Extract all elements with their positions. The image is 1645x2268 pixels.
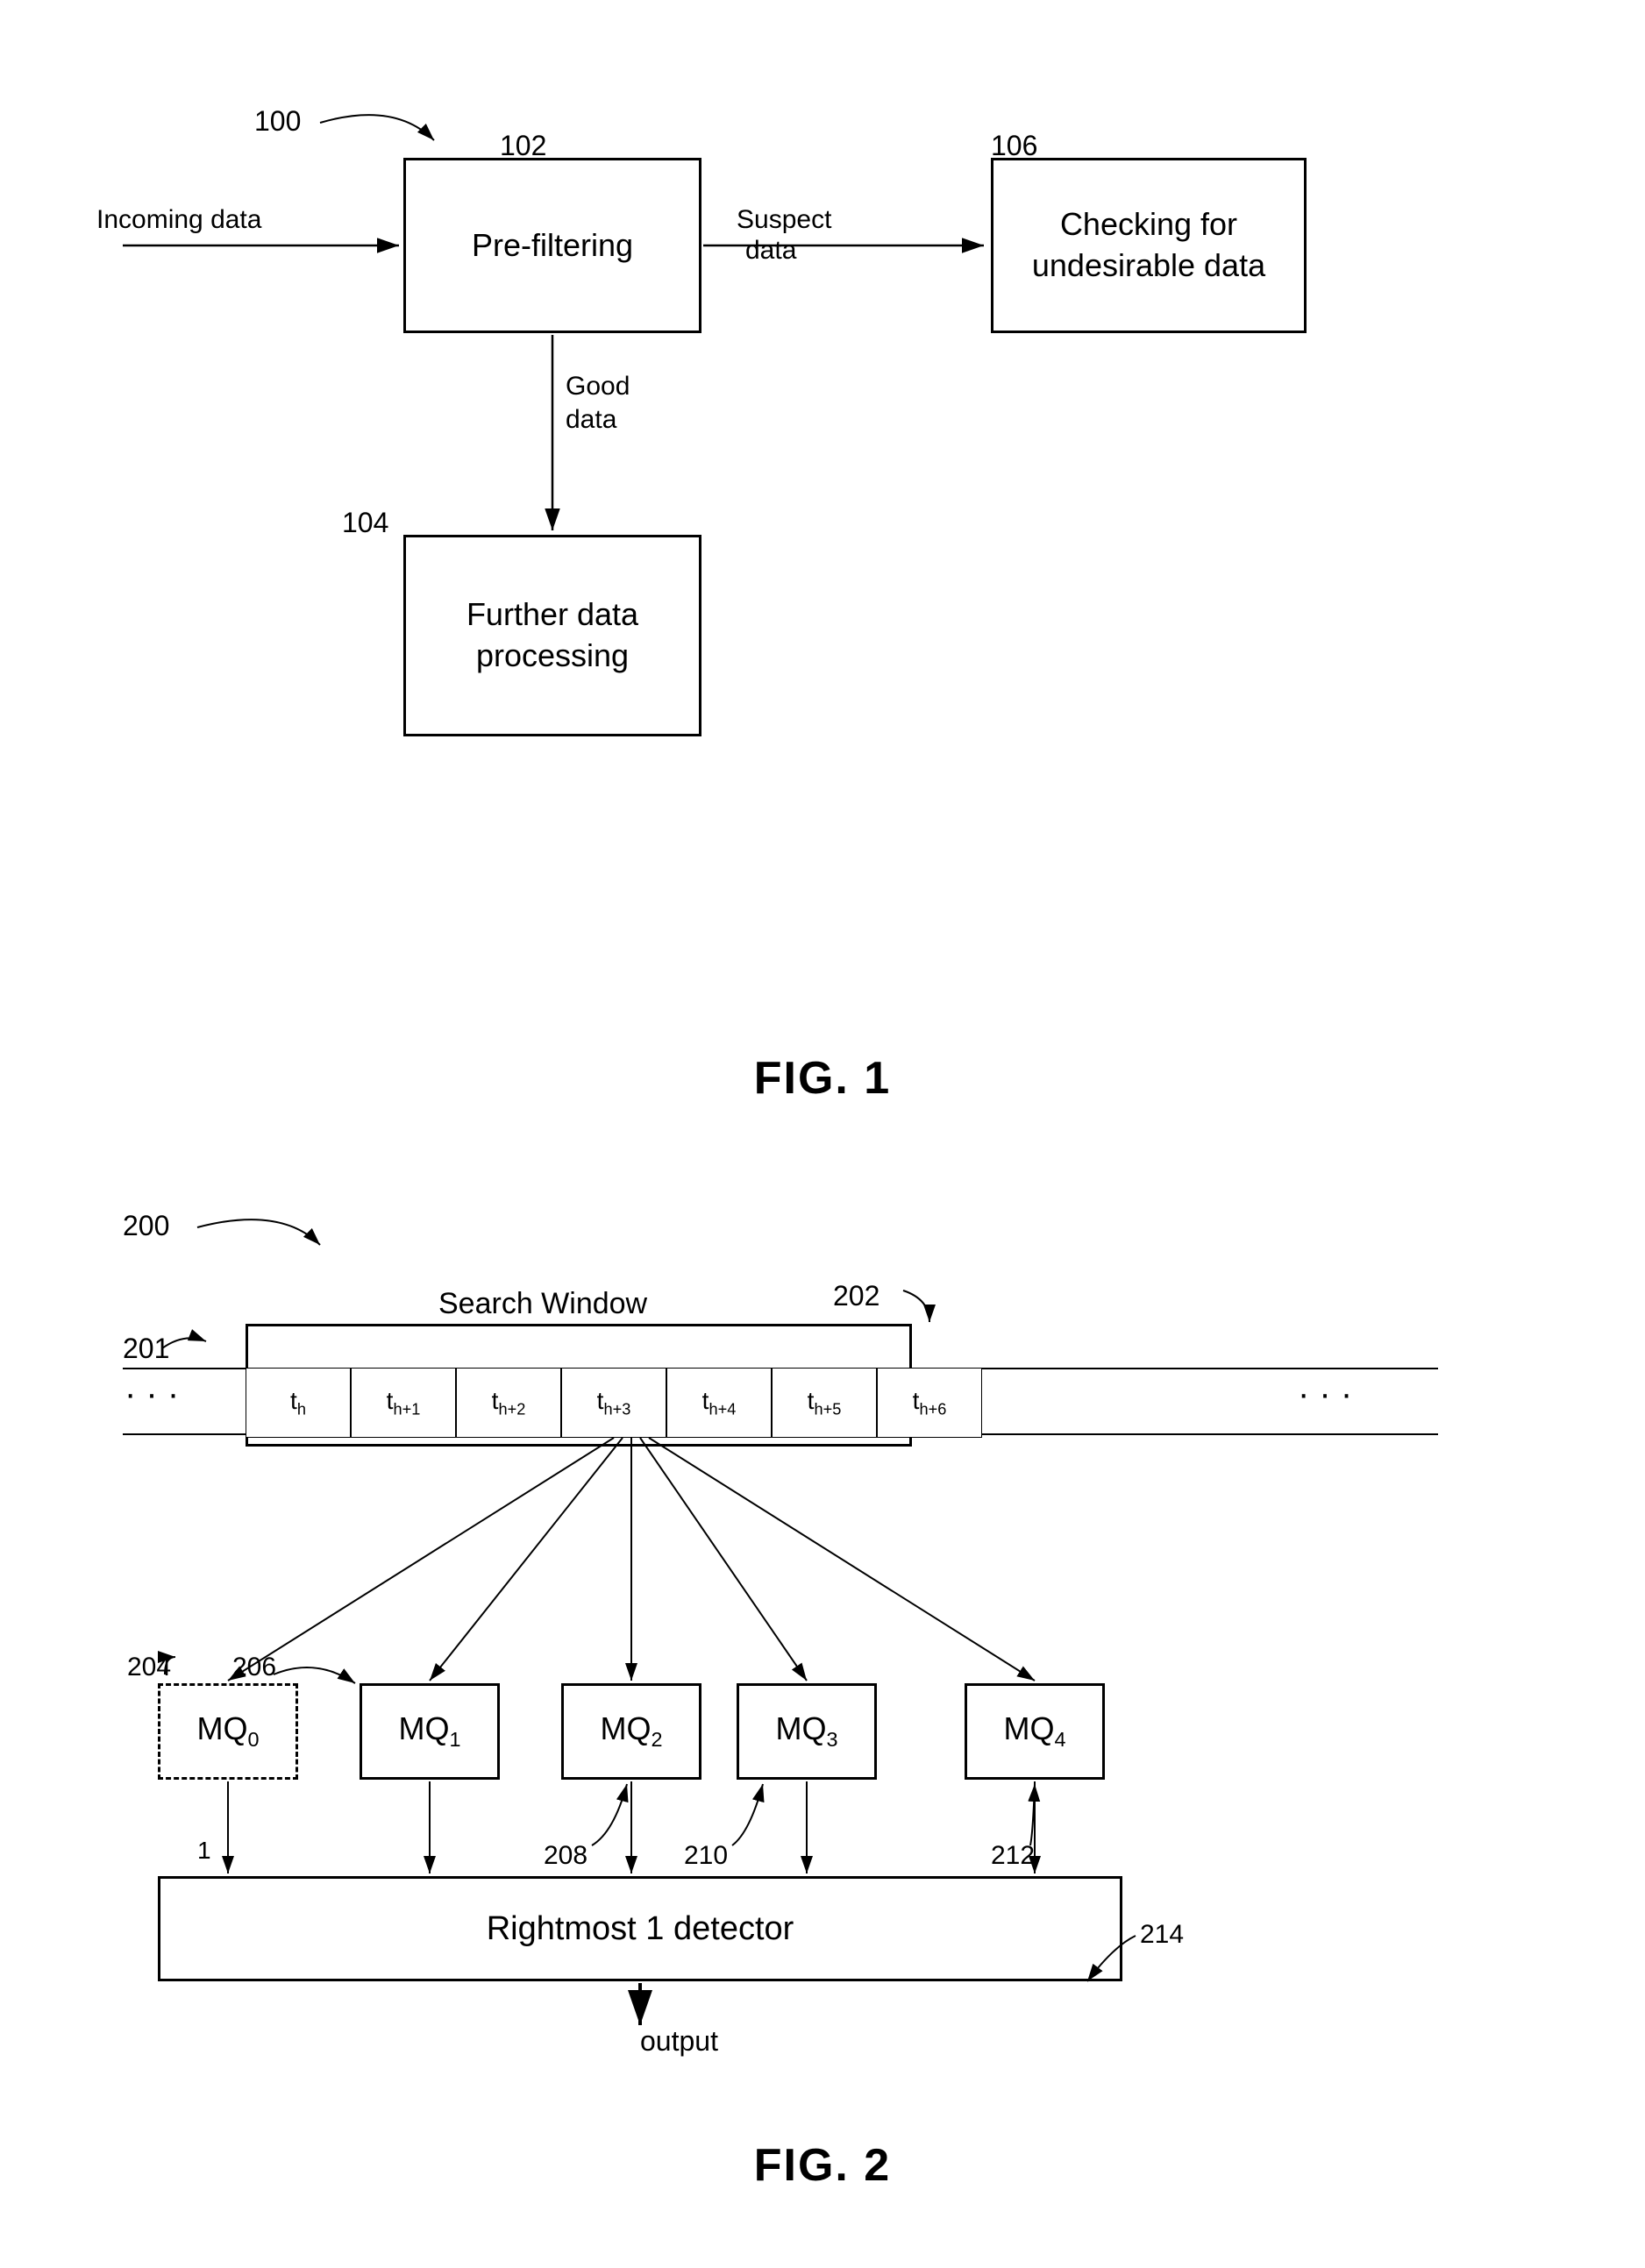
rightmost-detector-box: Rightmost 1 detector [158,1876,1122,1981]
ref-104: 104 [342,507,388,539]
ref-200: 200 [123,1210,169,1242]
svg-text:data: data [566,405,617,434]
ref-214: 214 [1140,1920,1184,1950]
checking-label: Checking forundesirable data [1032,204,1265,287]
cell-th2: th+2 [456,1368,561,1438]
ref-202: 202 [833,1280,879,1312]
further-label: Further dataprocessing [466,594,638,677]
fig1-diagram: 100 102 104 106 Pre-filtering Checking f… [70,53,1575,1017]
search-window-label: Search Window [438,1287,647,1321]
ref-206: 206 [232,1653,276,1682]
cell-th5: th+5 [772,1368,877,1438]
prefilter-box: Pre-filtering [403,158,701,333]
fig1-arrows: Incoming data Suspect data Good data [70,53,1575,1017]
fig1-label: FIG. 1 [70,1052,1575,1105]
ref-210: 210 [684,1841,728,1871]
ref-212: 212 [991,1841,1035,1871]
svg-text:Suspect: Suspect [737,205,832,234]
ref-208: 208 [544,1841,588,1871]
dots-right: · · · [1298,1375,1352,1414]
mq0-box: MQ0 [158,1683,298,1780]
ref-201: 201 [123,1333,169,1365]
dots-left: · · · [125,1375,179,1414]
fig2-diagram: 200 201 202 Search Window · · · · · · th… [70,1157,1575,2209]
output-label: output [640,2025,718,2058]
further-box: Further dataprocessing [403,535,701,736]
cell-th3: th+3 [561,1368,666,1438]
mq3-box: MQ3 [737,1683,877,1780]
page: 100 102 104 106 Pre-filtering Checking f… [0,0,1645,2244]
svg-text:Good: Good [566,372,630,401]
mq4-box: MQ4 [965,1683,1105,1780]
cell-th1: th+1 [351,1368,456,1438]
checking-box: Checking forundesirable data [991,158,1307,333]
label-1: 1 [197,1837,211,1865]
svg-text:Incoming data: Incoming data [96,205,262,234]
ref-204: 204 [127,1653,171,1682]
ref-100: 100 [254,105,301,138]
svg-text:data: data [745,236,797,265]
cell-th6: th+6 [877,1368,982,1438]
mq2-box: MQ2 [561,1683,701,1780]
cell-th: th [246,1368,351,1438]
mq1-box: MQ1 [360,1683,500,1780]
cell-th4: th+4 [666,1368,772,1438]
